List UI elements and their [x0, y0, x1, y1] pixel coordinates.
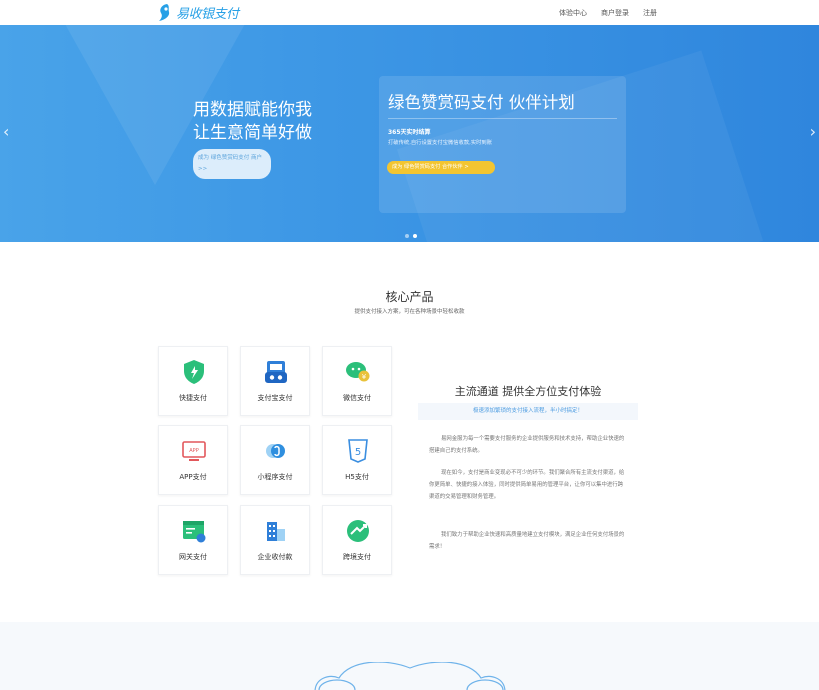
feature-highlight: 极速添加繁琐的支付接入流程，半小时搞定！ — [418, 403, 638, 420]
partner-plan-subtitle: 365天实时结算 — [388, 129, 431, 136]
hero-headline: 用数据赋能你我 让生意简单好做 — [193, 99, 312, 145]
section-title: 核心产品 — [385, 290, 434, 304]
become-merchant-button[interactable]: 成为 绿色赞赏码支付 商户 >> — [193, 149, 271, 179]
feature-paragraph: 现在如今，支付是商业变现必不可少的环节。我们聚合所有主流支付渠道，给你更简单、快… — [429, 470, 625, 500]
page: 易收银支付 体验中心 商户登录 注册 ‹ › 用数据赋能你我 让生意简单好做 成… — [0, 0, 819, 690]
carousel-dot-active[interactable] — [413, 234, 417, 238]
product-tile-app[interactable]: APP APP支付 — [158, 425, 228, 495]
alipay-device-icon — [263, 359, 289, 385]
product-tile-alipay[interactable]: 支付宝支付 — [240, 346, 310, 416]
hero-banner: ‹ › 用数据赋能你我 让生意简单好做 成为 绿色赞赏码支付 商户 >> 绿色赞… — [0, 25, 819, 242]
product-tile-cross-border[interactable]: 跨境支付 — [322, 505, 392, 575]
hero-headline-line2: 让生意简单好做 — [193, 123, 312, 143]
bottom-section — [0, 622, 819, 690]
logo-icon — [158, 3, 172, 22]
product-label: H5支付 — [345, 473, 369, 481]
feature-title: 主流通道 提供全方位支付体验 — [454, 385, 602, 398]
feature-paragraph: 易网金服为每一个需要支付服务的企业提供服务和技术支持，帮助企业快速的搭建自己的支… — [429, 436, 625, 454]
product-tile-gateway[interactable]: 网关支付 — [158, 505, 228, 575]
nav-merchant-login[interactable]: 商户登录 — [601, 8, 629, 18]
section-subtitle: 提供支付接入方案，可在各种场景中轻松收款 — [354, 309, 465, 315]
svg-text:¥: ¥ — [362, 373, 367, 381]
top-navbar: 易收银支付 体验中心 商户登录 注册 — [0, 0, 819, 25]
carousel-next-icon[interactable]: › — [810, 122, 816, 141]
partner-plan-card: 绿色赞赏码支付 伙伴计划 365天实时结算 打破传统,自行设置支付宝微信收款,实… — [379, 76, 626, 213]
feature-paragraph: 我们致力于帮助企业快速和高质量地建立支付模块，满足企业任何支付场景的需求！ — [429, 532, 625, 550]
become-partner-button[interactable]: 成为 绿色赞赏码支付 合作伙伴 > — [387, 161, 495, 174]
site-logo[interactable]: 易收银支付 — [158, 2, 239, 23]
product-tile-enterprise[interactable]: 企业收付款 — [240, 505, 310, 575]
product-tile-mini-program[interactable]: 小程序支付 — [240, 425, 310, 495]
product-label: 跨境支付 — [343, 553, 371, 561]
app-icon: APP — [181, 438, 207, 464]
product-label: 支付宝支付 — [257, 394, 293, 402]
divider — [388, 118, 617, 119]
product-label: 微信支付 — [343, 394, 371, 402]
carousel-dot[interactable] — [405, 234, 409, 238]
product-tile-wechat[interactable]: ¥ 微信支付 — [322, 346, 392, 416]
carousel-prev-icon[interactable]: ‹ — [3, 122, 9, 141]
product-label: 网关支付 — [179, 553, 207, 561]
hero-headline-line1: 用数据赋能你我 — [193, 100, 312, 120]
carousel-dots — [405, 234, 417, 238]
product-label: APP支付 — [179, 473, 207, 481]
product-label: 快捷支付 — [179, 394, 207, 402]
mini-program-icon — [263, 438, 289, 464]
enterprise-icon — [263, 518, 289, 544]
logo-text: 易收银支付 — [176, 7, 239, 22]
cross-border-icon — [345, 518, 371, 544]
nav-experience-center[interactable]: 体验中心 — [559, 8, 587, 18]
cloud-graphic — [314, 662, 506, 690]
partner-plan-description: 打破传统,自行设置支付宝微信收款,实时到账 — [388, 140, 493, 146]
shield-icon — [181, 359, 207, 385]
html5-icon: 5 — [345, 438, 371, 464]
svg-text:5: 5 — [355, 447, 361, 458]
svg-text:APP: APP — [189, 448, 198, 454]
product-label: 小程序支付 — [257, 473, 293, 481]
nav-register[interactable]: 注册 — [643, 8, 657, 18]
partner-plan-title: 绿色赞赏码支付 伙伴计划 — [388, 93, 575, 112]
product-tile-quick-pay[interactable]: 快捷支付 — [158, 346, 228, 416]
gateway-icon — [181, 518, 207, 544]
product-tile-h5[interactable]: 5 H5支付 — [322, 425, 392, 495]
product-label: 企业收付款 — [257, 553, 293, 561]
top-nav: 体验中心 商户登录 注册 — [559, 0, 657, 25]
wechat-icon: ¥ — [345, 359, 371, 385]
